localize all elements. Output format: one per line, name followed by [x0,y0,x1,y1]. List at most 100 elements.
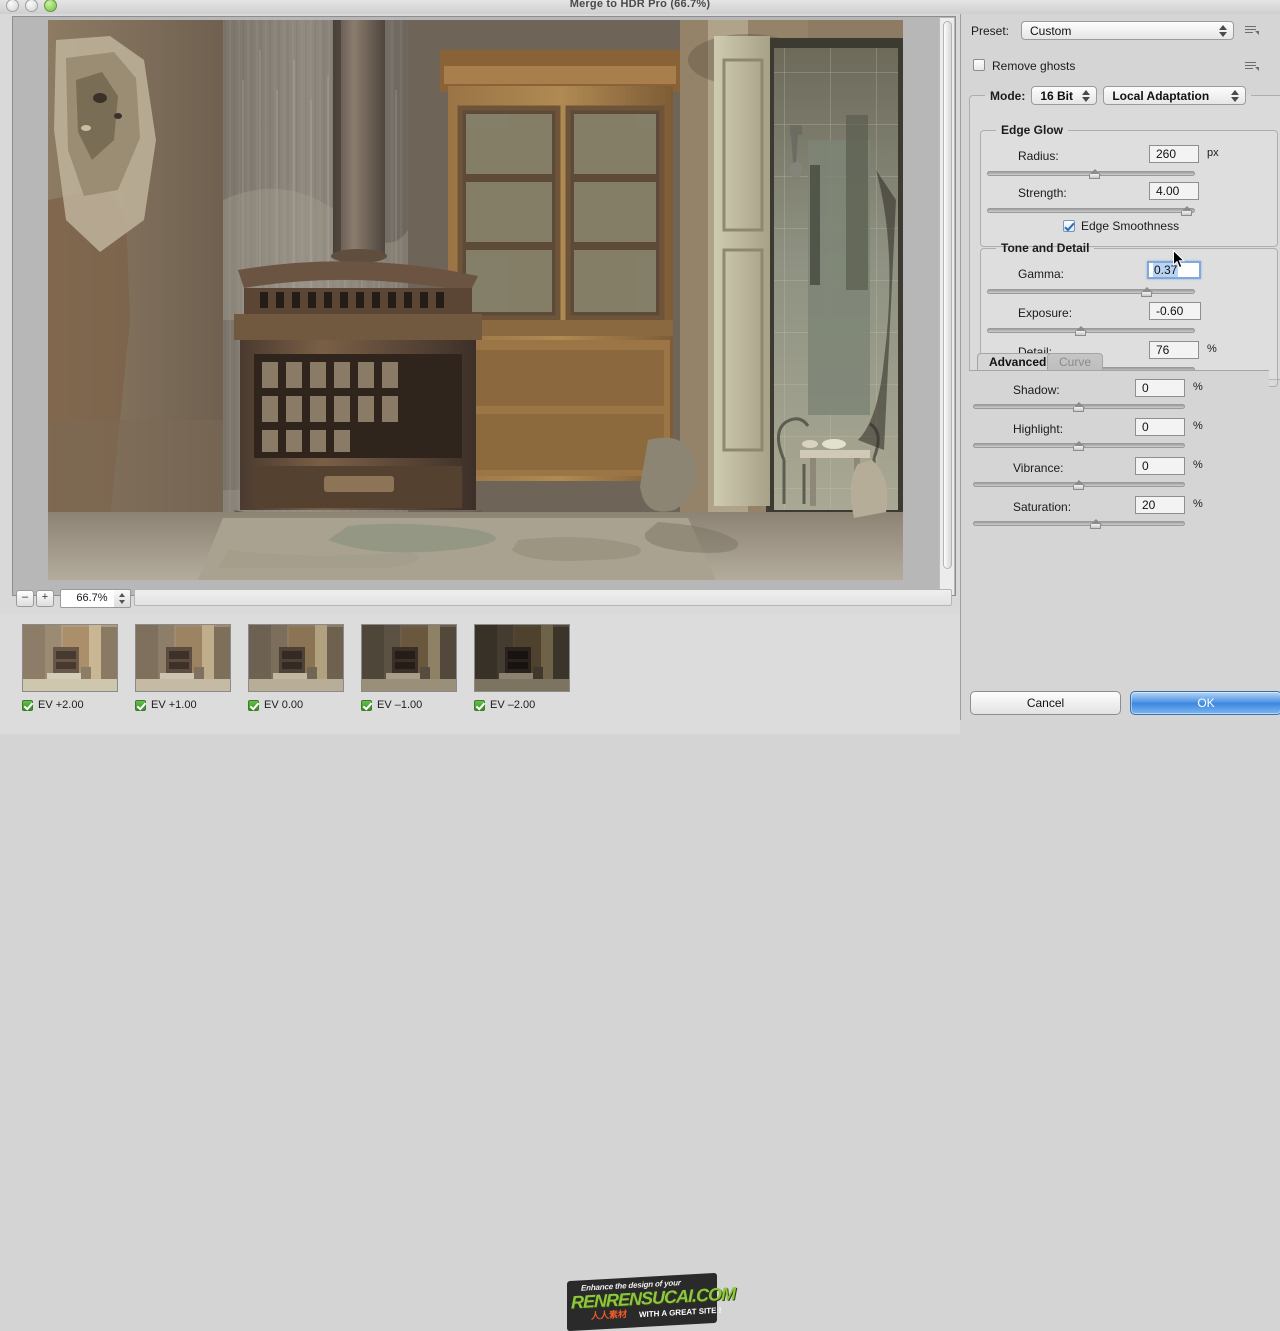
vibrance-field[interactable]: 0 [1135,457,1185,475]
exposure-thumbnail-3[interactable]: EV –1.00 [361,624,457,711]
zoom-out-button[interactable]: – [16,590,34,607]
slider-track[interactable] [987,289,1195,294]
zoom-status-bar [134,589,952,606]
slider-thumb[interactable] [1073,402,1086,413]
slider-thumb[interactable] [1073,441,1086,452]
vibrance-slider[interactable] [973,478,1185,490]
radius-field[interactable]: 260 [1149,145,1199,163]
exposure-checkbox[interactable] [361,699,372,711]
exposure-label: EV 0.00 [264,699,304,711]
tonemap-method-value: Local Adaptation [1112,89,1210,103]
slider-track[interactable] [987,328,1195,333]
zoom-toolbar: – + 66.7% [12,586,956,608]
radius-slider[interactable] [987,167,1195,179]
zoom-in-button[interactable]: + [36,590,54,607]
exposure-label: EV –2.00 [490,699,536,711]
exposure-thumbnail-0[interactable]: EV +2.00 [22,624,118,711]
window-title: Merge to HDR Pro (66.7%) [569,0,711,10]
exposure-thumbnail-4[interactable]: EV –2.00 [474,624,570,711]
slider-track[interactable] [987,208,1195,213]
exposure-checkbox[interactable] [22,699,33,711]
hdr-preview-image[interactable] [48,20,903,580]
slider-thumb[interactable] [1073,480,1086,491]
vibrance-unit: % [1193,459,1203,471]
saturation-unit: % [1193,498,1203,510]
exposure-slider[interactable] [987,324,1195,336]
advanced-curve-tabs: Advanced Curve Shadow: 0 % Highlight: 0 … [969,353,1269,553]
slider-thumb[interactable] [1089,169,1102,180]
strength-slider[interactable] [987,204,1195,216]
ok-button[interactable]: OK [1130,691,1280,715]
scrollbar-thumb[interactable] [943,21,952,569]
highlight-slider[interactable] [973,439,1185,451]
exposure-label: EV –1.00 [377,699,423,711]
exposure-checkbox[interactable] [474,699,485,711]
remove-ghosts-row: Remove ghosts [971,58,1271,74]
remove-ghosts-checkbox[interactable] [973,59,985,71]
thumbnail-image[interactable] [474,624,570,692]
highlight-field[interactable]: 0 [1135,418,1185,436]
slider-track[interactable] [973,521,1185,526]
exposure-label: Exposure: [1018,306,1073,320]
exposure-label: EV +1.00 [151,699,197,711]
exposure-thumbnail-1[interactable]: EV +1.00 [135,624,231,711]
cancel-button[interactable]: Cancel [970,691,1121,715]
tab-curve[interactable]: Curve [1047,353,1104,371]
chevron-updown-icon [1082,89,1091,103]
shadow-slider[interactable] [973,400,1185,412]
shadow-label: Shadow: [1013,383,1060,397]
thumbnail-image[interactable] [248,624,344,692]
radius-unit: px [1207,147,1219,159]
edge-smoothness-row[interactable]: Edge Smoothness [1063,219,1179,233]
preset-label: Preset: [971,24,1010,38]
exposure-checkbox[interactable] [135,699,146,711]
saturation-slider[interactable] [973,517,1185,529]
preset-row: Preset: Custom [971,21,1271,43]
vibrance-label: Vibrance: [1013,461,1064,475]
gamma-value: 0.37 [1153,263,1179,277]
settings-panel: Preset: Custom Remove ghosts Mode: 16 Bi… [960,14,1280,720]
mode-label: Mode: [990,88,1026,103]
mode-legend: Mode: 16 Bit Local Adaptation [985,86,1251,105]
edge-glow-title: Edge Glow [1001,123,1064,137]
source-exposures-strip: EV +2.00 EV +1.00 EV 0.00 EV –1.00 EV –2… [0,614,960,1331]
preset-flyout-menu-icon[interactable] [1243,24,1259,36]
bit-depth-value: 16 Bit [1040,89,1074,103]
thumbnail-image[interactable] [361,624,457,692]
bit-depth-dropdown[interactable]: 16 Bit [1031,86,1098,105]
merge-to-hdr-pro-dialog: Merge to HDR Pro (66.7%) – + 66.7% EV +2… [0,0,1280,1331]
exposure-field[interactable]: -0.60 [1149,302,1201,320]
slider-thumb[interactable] [1141,287,1154,298]
slider-thumb[interactable] [1089,519,1103,530]
shadow-unit: % [1193,381,1203,393]
strength-label: Strength: [1018,186,1067,200]
gamma-field[interactable]: 0.37 [1147,261,1201,279]
shadow-field[interactable]: 0 [1135,379,1185,397]
gamma-slider[interactable] [987,285,1195,297]
strength-field[interactable]: 4.00 [1149,182,1199,200]
chevron-updown-icon [1231,89,1240,103]
mode-group: Mode: 16 Bit Local Adaptation Edge Glow … [969,86,1280,387]
preview-pane: – + 66.7% EV +2.00 EV +1.00 EV 0.00 EV –… [0,14,960,1331]
preview-canvas[interactable] [12,16,956,596]
chevron-updown-icon [1219,24,1227,38]
watermark-chinese: 人人素材 [591,1308,628,1322]
remove-ghosts-label: Remove ghosts [992,59,1076,73]
preview-photo-artwork [48,20,903,580]
zoom-stepper[interactable] [114,589,131,608]
preset-dropdown[interactable]: Custom [1021,21,1234,40]
tonemap-method-dropdown[interactable]: Local Adaptation [1103,86,1247,105]
edge-smoothness-checkbox[interactable] [1063,220,1075,232]
edge-glow-group: Edge Glow Radius: 260 px Strength: 4.00 … [980,123,1278,247]
remove-ghosts-flyout-menu-icon[interactable] [1243,60,1259,72]
thumbnail-image[interactable] [22,624,118,692]
preview-vertical-scrollbar[interactable] [939,18,954,595]
saturation-field[interactable]: 20 [1135,496,1185,514]
slider-thumb[interactable] [1180,206,1194,217]
exposure-thumbnail-2[interactable]: EV 0.00 [248,624,344,711]
exposure-checkbox[interactable] [248,699,259,711]
thumbnail-image[interactable] [135,624,231,692]
watermark-logo: Enhance the design of your RENRENSUCAI.C… [567,1272,735,1331]
gamma-label: Gamma: [1018,267,1065,281]
slider-thumb[interactable] [1074,326,1088,337]
